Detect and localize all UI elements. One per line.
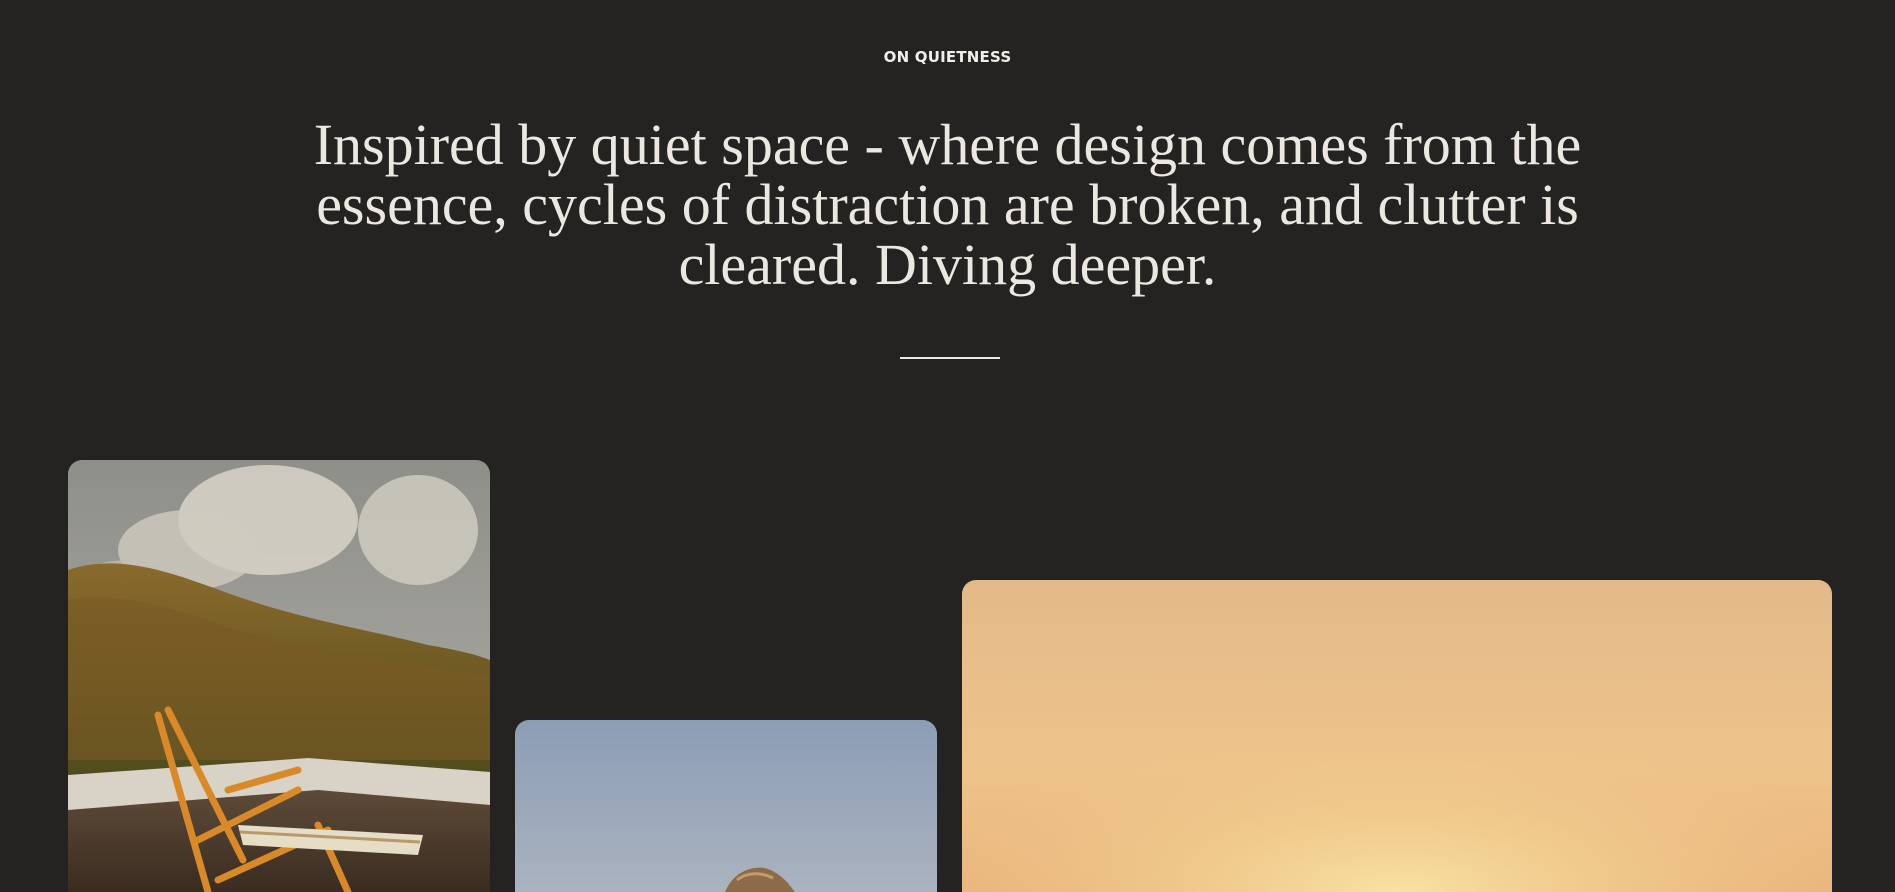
section-eyebrow: ON QUIETNESS <box>883 48 1012 66</box>
deck-chair-image <box>68 460 490 892</box>
rock-image <box>515 720 937 892</box>
section-headline: Inspired by quiet space - where design c… <box>313 112 1582 297</box>
headline-divider <box>900 357 1000 359</box>
photo-sunset <box>962 580 1832 892</box>
sunset-image <box>962 580 1832 892</box>
photo-deck-chair <box>68 460 490 892</box>
photo-rock <box>515 720 937 892</box>
